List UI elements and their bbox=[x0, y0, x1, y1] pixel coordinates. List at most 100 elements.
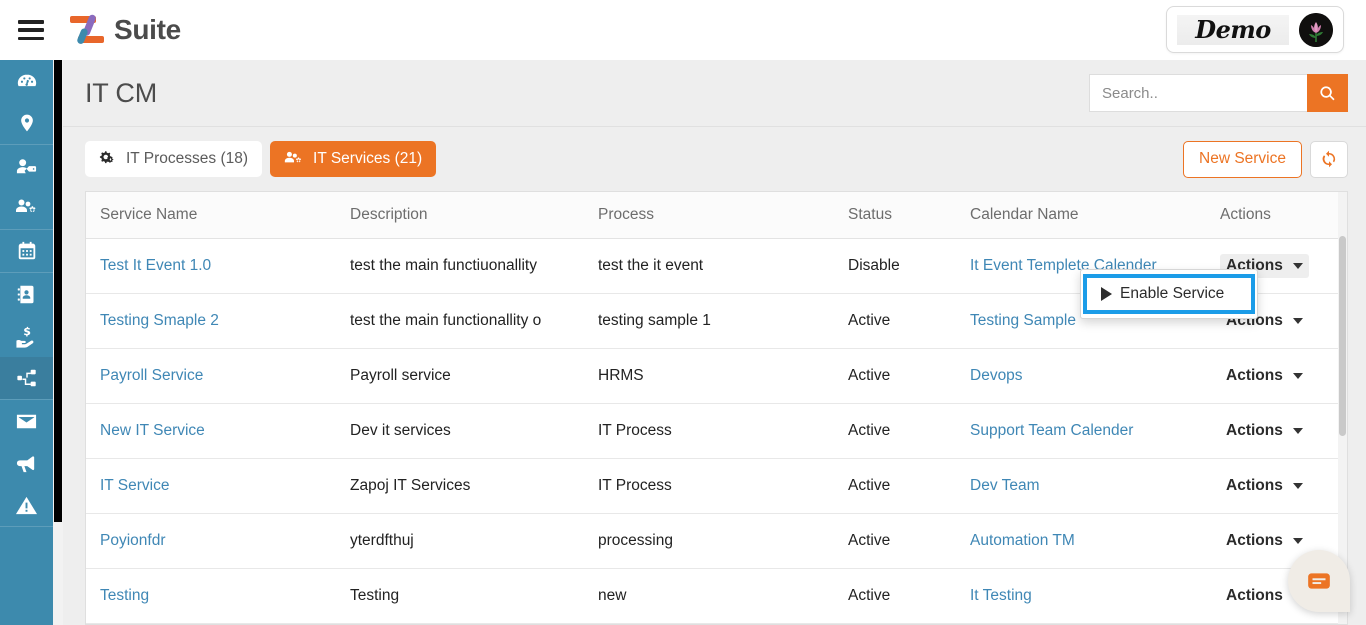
sidebar-item-locations[interactable] bbox=[0, 102, 53, 144]
calendar-name-link[interactable]: Automation TM bbox=[970, 532, 1075, 549]
actions-label: Actions bbox=[1226, 587, 1283, 604]
hamburger-icon[interactable] bbox=[18, 20, 44, 40]
refresh-button[interactable] bbox=[1310, 140, 1348, 178]
services-table: Service Name Description Process Status … bbox=[86, 192, 1347, 624]
cell-service-name: Testing Smaple 2 bbox=[86, 293, 336, 349]
cell-process: testing sample 1 bbox=[584, 293, 834, 349]
tabs: IT Processes (18) IT Services (21) bbox=[85, 141, 437, 177]
chevron-down-icon bbox=[1292, 428, 1303, 434]
cell-description: Zapoj IT Services bbox=[336, 458, 584, 514]
main-content: IT CM IT Processes (18) bbox=[63, 60, 1366, 625]
brand-logo[interactable]: Suite bbox=[68, 12, 181, 48]
sidebar-item-mail[interactable] bbox=[0, 400, 53, 442]
zapoj-z-logo-icon bbox=[68, 12, 106, 48]
cell-status: Active bbox=[834, 513, 956, 569]
actions-dropdown-toggle[interactable]: Actions bbox=[1220, 364, 1309, 388]
service-name-link[interactable]: Testing Smaple 2 bbox=[100, 312, 219, 329]
search-icon bbox=[1320, 85, 1335, 100]
page-title: IT CM bbox=[85, 77, 157, 108]
envelope-icon bbox=[16, 414, 37, 428]
service-name-link[interactable]: Payroll Service bbox=[100, 367, 203, 384]
cell-service-name: Payroll Service bbox=[86, 348, 336, 404]
sidebar-item-address-book[interactable] bbox=[0, 273, 53, 315]
cell-actions: Actions bbox=[1206, 348, 1347, 404]
cell-process: test the it event bbox=[584, 238, 834, 294]
tab-it-services[interactable]: IT Services (21) bbox=[270, 141, 437, 177]
actions-dropdown-toggle[interactable]: Actions bbox=[1220, 474, 1309, 498]
page-scrollbar-thumb[interactable] bbox=[54, 60, 62, 522]
bullhorn-icon bbox=[16, 455, 35, 472]
cell-process: new bbox=[584, 568, 834, 624]
service-name-link[interactable]: IT Service bbox=[100, 477, 170, 494]
sidebar-group bbox=[0, 273, 53, 400]
users-cog-icon bbox=[15, 199, 35, 212]
sidebar-item-calendar[interactable] bbox=[0, 230, 53, 272]
chat-button[interactable] bbox=[1288, 550, 1350, 612]
service-name-link[interactable]: Poyionfdr bbox=[100, 532, 165, 549]
cell-process: processing bbox=[584, 513, 834, 569]
calendar-name-link[interactable]: Testing Sample bbox=[970, 312, 1076, 329]
sidebar-item-announcements[interactable] bbox=[0, 442, 53, 484]
actions-dropdown-toggle[interactable]: Actions bbox=[1220, 419, 1309, 443]
cell-status: Active bbox=[834, 568, 956, 624]
cell-calendar-name: It Testing bbox=[956, 568, 1206, 624]
cell-status: Active bbox=[834, 348, 956, 404]
cell-calendar-name: Support Team Calender bbox=[956, 403, 1206, 459]
column-header-status[interactable]: Status bbox=[834, 192, 956, 239]
cell-description: test the main functiuonallity bbox=[336, 238, 584, 294]
cell-service-name: Test It Event 1.0 bbox=[86, 238, 336, 294]
chevron-down-icon bbox=[1292, 318, 1303, 324]
dropdown-item-enable-service[interactable]: Enable Service bbox=[1083, 274, 1255, 314]
search-button[interactable] bbox=[1307, 74, 1348, 112]
cell-calendar-name: Devops bbox=[956, 348, 1206, 404]
calendar-name-link[interactable]: Devops bbox=[970, 367, 1023, 384]
calendar-name-link[interactable]: It Testing bbox=[970, 587, 1032, 604]
column-header-process[interactable]: Process bbox=[584, 192, 834, 239]
cell-service-name: Testing bbox=[86, 568, 336, 624]
calendar-icon bbox=[18, 241, 35, 260]
sidebar-item-dashboard[interactable] bbox=[0, 60, 53, 102]
play-icon bbox=[1101, 287, 1112, 301]
service-name-link[interactable]: Testing bbox=[100, 587, 149, 604]
cell-process: HRMS bbox=[584, 348, 834, 404]
cell-status: Active bbox=[834, 293, 956, 349]
account-switcher[interactable]: Demo bbox=[1166, 6, 1344, 53]
table-scrollbar-thumb[interactable] bbox=[1339, 236, 1346, 436]
search-bar bbox=[1089, 74, 1348, 112]
actions-label: Actions bbox=[1226, 477, 1283, 494]
warning-triangle-icon bbox=[15, 496, 38, 514]
table-header-row: Service Name Description Process Status … bbox=[86, 192, 1347, 239]
table-row: Poyionfdr yterdfthuj processing Active Autom… bbox=[86, 513, 1347, 569]
cell-status: Active bbox=[834, 458, 956, 514]
avatar[interactable] bbox=[1299, 12, 1333, 47]
brand-name: Suite bbox=[114, 14, 181, 45]
cogs-icon bbox=[99, 151, 114, 164]
calendar-name-link[interactable]: Support Team Calender bbox=[970, 422, 1133, 439]
tab-bar: IT Processes (18) IT Services (21) New S… bbox=[63, 127, 1366, 191]
service-name-link[interactable]: New IT Service bbox=[100, 422, 205, 439]
sidebar-item-contacts[interactable] bbox=[0, 145, 53, 187]
sidebar-item-it-cm[interactable] bbox=[0, 357, 53, 399]
cell-service-name: Poyionfdr bbox=[86, 513, 336, 569]
sidebar-item-incidents[interactable] bbox=[0, 484, 53, 526]
calendar-name-link[interactable]: Dev Team bbox=[970, 477, 1040, 494]
column-header-description[interactable]: Description bbox=[336, 192, 584, 239]
search-input[interactable] bbox=[1089, 74, 1307, 112]
location-pin-icon bbox=[20, 114, 33, 132]
column-header-service-name[interactable]: Service Name bbox=[86, 192, 336, 239]
address-book-icon bbox=[17, 285, 34, 303]
actions-label: Actions bbox=[1226, 422, 1283, 439]
actions-dropdown-toggle[interactable]: Actions bbox=[1220, 529, 1309, 553]
service-name-link[interactable]: Test It Event 1.0 bbox=[100, 257, 211, 274]
tab-it-processes[interactable]: IT Processes (18) bbox=[85, 141, 263, 177]
table-row: New IT Service Dev it services IT Process A… bbox=[86, 403, 1347, 459]
table-row: IT Service Zapoj IT Services IT Process Act… bbox=[86, 458, 1347, 514]
table-row: Payroll Service Payroll service HRMS Active… bbox=[86, 348, 1347, 404]
cell-service-name: IT Service bbox=[86, 458, 336, 514]
refresh-icon bbox=[1322, 150, 1336, 168]
sidebar-item-billing[interactable] bbox=[0, 315, 53, 357]
new-service-button[interactable]: New Service bbox=[1183, 140, 1302, 178]
services-table-card: Service Name Description Process Status … bbox=[85, 191, 1348, 625]
column-header-calendar-name[interactable]: Calendar Name bbox=[956, 192, 1206, 239]
sidebar-item-teams[interactable] bbox=[0, 187, 53, 229]
